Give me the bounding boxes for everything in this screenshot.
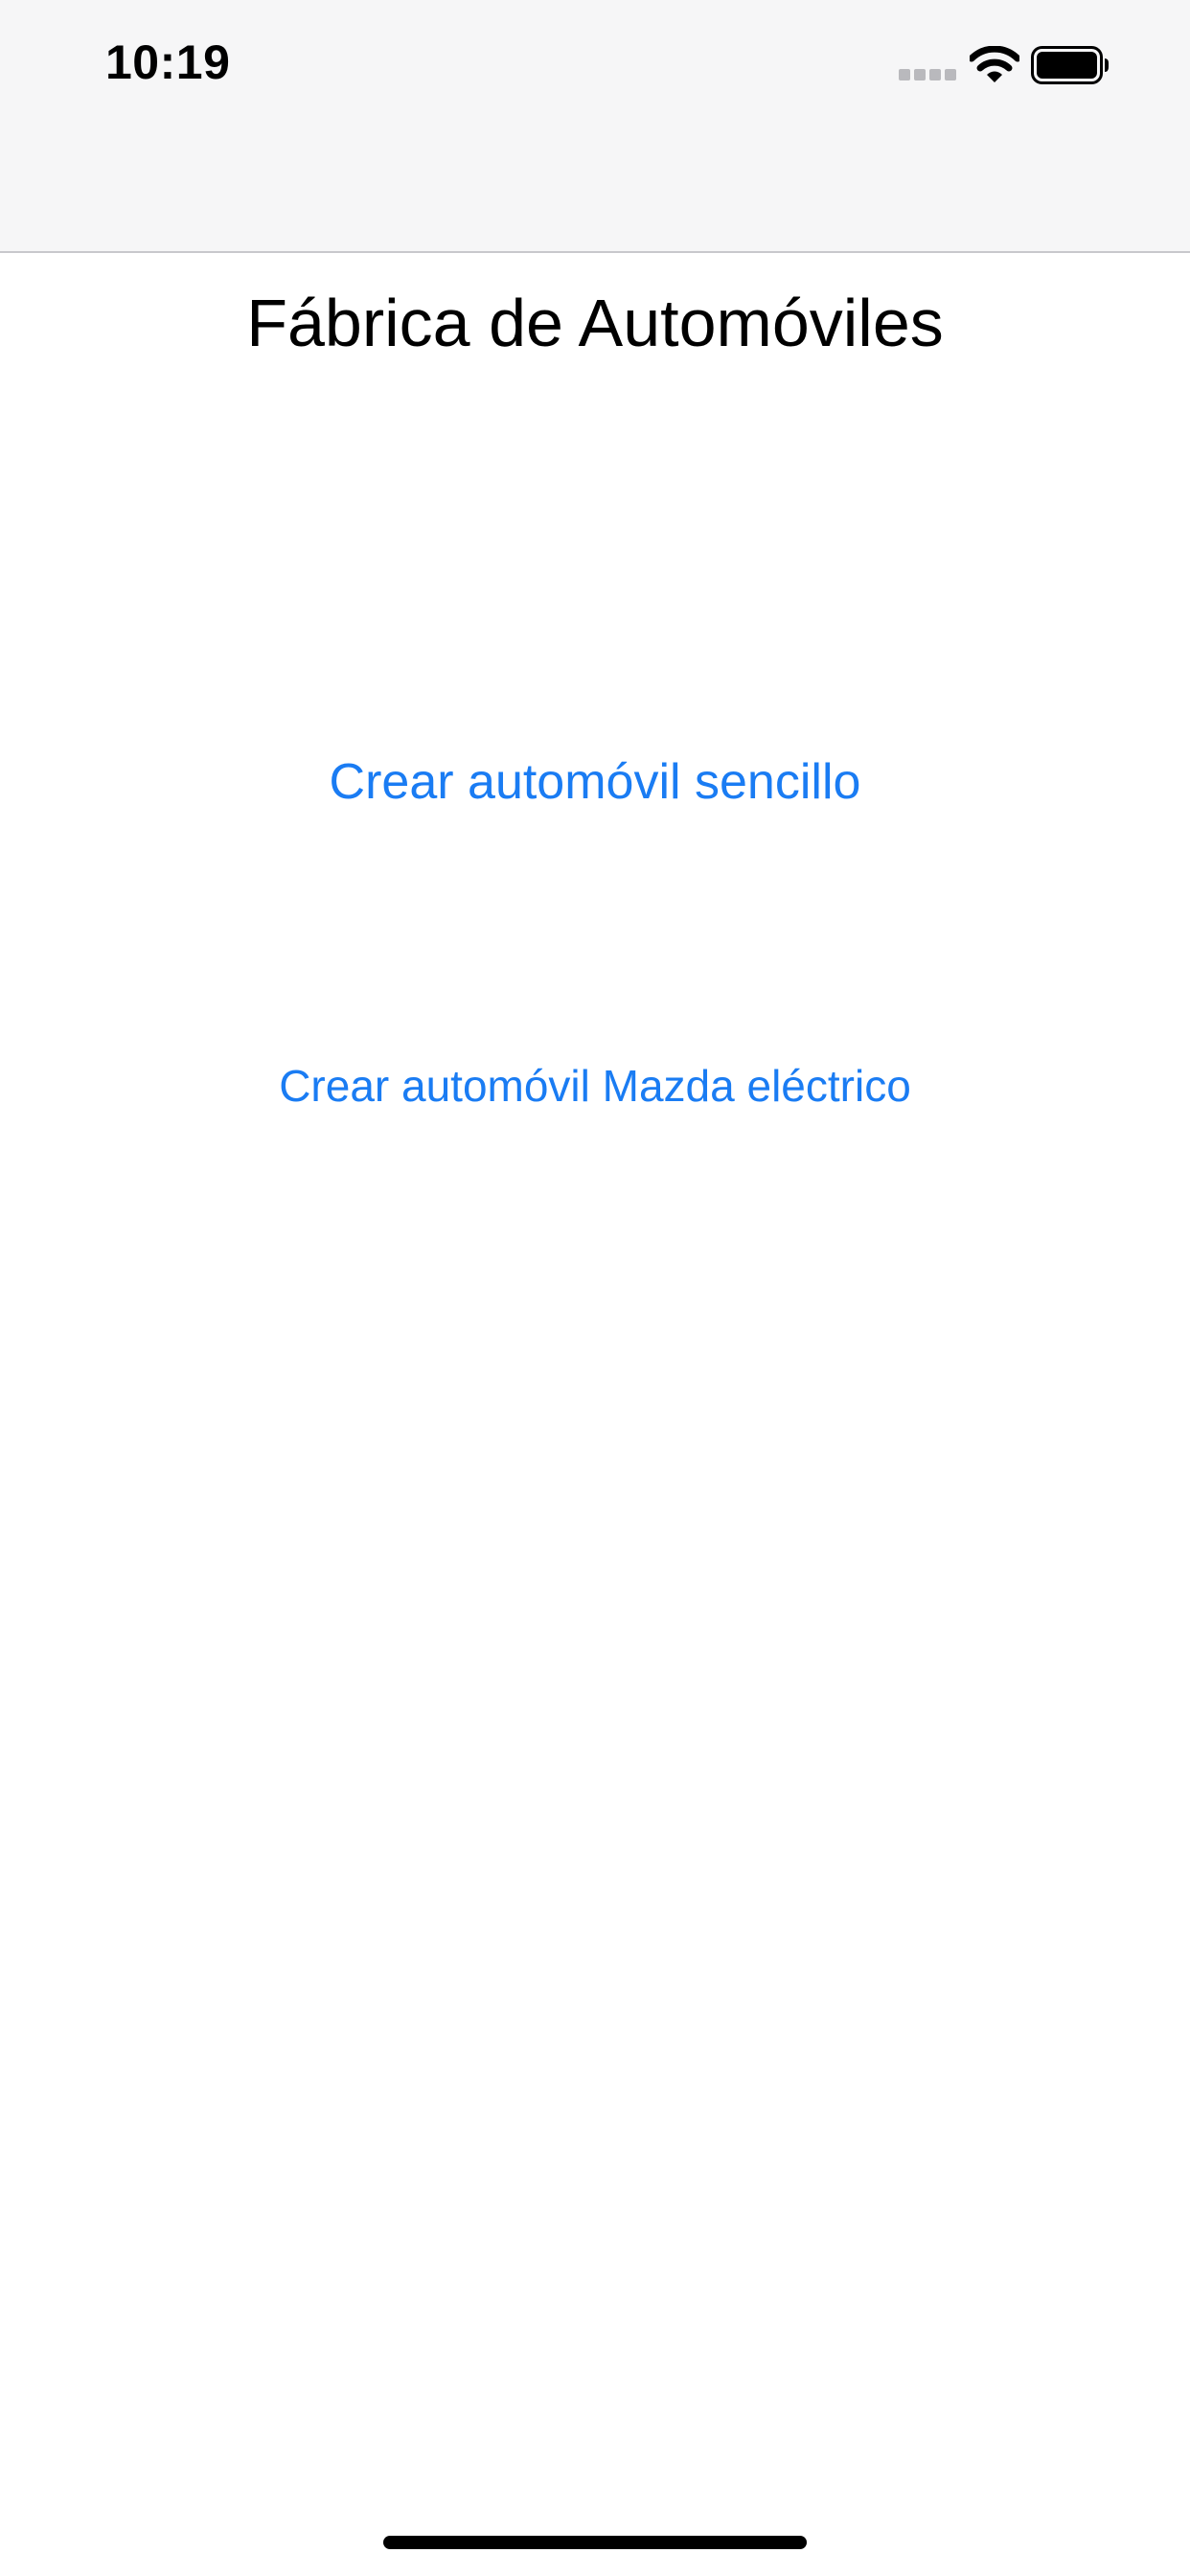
page-title: Fábrica de Automóviles	[246, 286, 944, 360]
status-bar: 10:19	[0, 0, 1190, 253]
status-time: 10:19	[105, 35, 231, 89]
battery-icon	[1031, 46, 1109, 84]
create-simple-car-button[interactable]: Crear automóvil sencillo	[0, 744, 1190, 820]
wifi-icon	[970, 46, 1019, 82]
signal-icon	[899, 69, 956, 80]
status-icons	[899, 42, 1129, 84]
home-indicator[interactable]	[383, 2536, 807, 2549]
create-mazda-electric-car-button[interactable]: Crear automóvil Mazda eléctrico	[0, 1052, 1190, 1119]
